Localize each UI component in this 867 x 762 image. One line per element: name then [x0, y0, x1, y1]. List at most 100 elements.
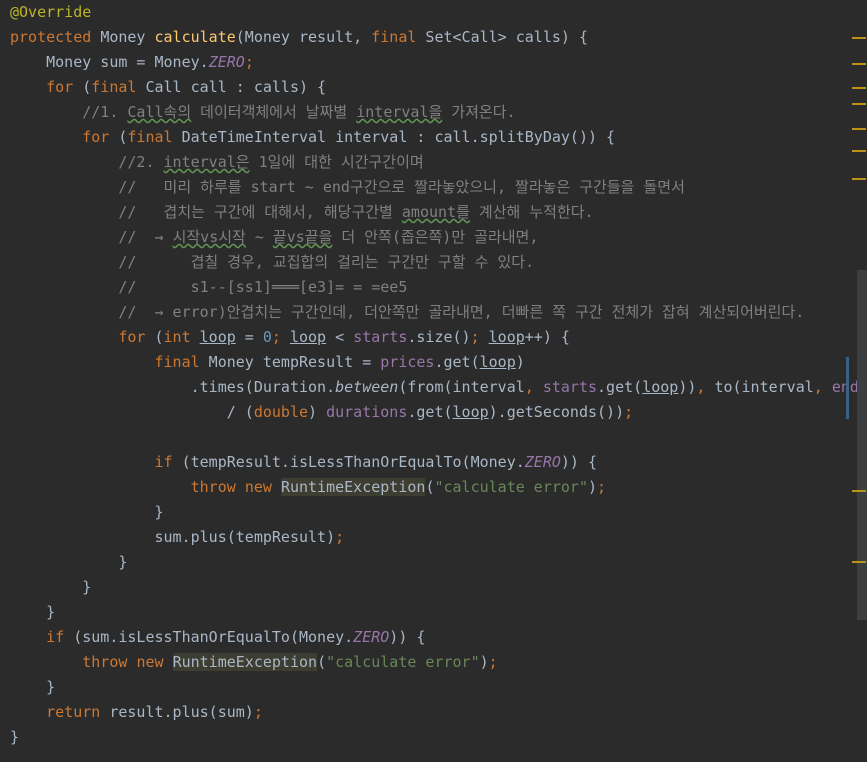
error-stripe-mark[interactable]	[852, 63, 866, 65]
keyword: if	[154, 453, 173, 471]
loop-variable: loop	[642, 378, 679, 396]
error-stripe-mark[interactable]	[852, 178, 866, 180]
code-line-24: }	[10, 575, 91, 600]
method-call: to(interval	[714, 378, 814, 396]
loop-variable: loop	[289, 328, 327, 346]
paren: )	[479, 653, 489, 671]
semicolon: ;	[253, 703, 263, 721]
method-call: (from(interval	[398, 378, 525, 396]
params: (Money result,	[235, 28, 372, 46]
comment-typo: Call속의	[127, 103, 192, 121]
keyword: throw	[82, 653, 128, 671]
brace: }	[154, 503, 164, 521]
method-call: .times(Duration.	[190, 378, 336, 396]
code-line-19: if (tempResult.isLessThanOrEqualTo(Money…	[10, 450, 598, 475]
semicolon: ;	[488, 653, 498, 671]
change-marker	[846, 357, 849, 419]
comment: //1.	[82, 103, 128, 121]
code-line-2: protected Money calculate(Money result, …	[10, 25, 588, 50]
statement: Money tempResult =	[199, 353, 381, 371]
statement: (tempResult.isLessThanOrEqualTo(Money.	[172, 453, 525, 471]
keyword: protected	[10, 28, 92, 46]
brace: }	[10, 728, 20, 746]
paren: )	[588, 478, 598, 496]
code-line-23: }	[10, 550, 127, 575]
comment-typo: 끝vs끝을	[272, 228, 333, 246]
operator: / (	[226, 403, 254, 421]
code-line-6: for (final DateTimeInterval interval : c…	[10, 125, 615, 150]
semicolon: ;	[335, 528, 345, 546]
loop-variable: loop	[199, 328, 236, 346]
error-stripe-mark[interactable]	[852, 150, 866, 152]
code-line-15: final Money tempResult = prices.get(loop…	[10, 350, 525, 375]
field: starts	[542, 378, 598, 396]
code-line-12: // s1--[ss1]═══[e3]= = =ee5	[10, 275, 407, 300]
paren: (	[317, 653, 327, 671]
statement: (sum.isLessThanOrEqualTo(Money.	[64, 628, 354, 646]
comment-typo: interval은	[163, 153, 250, 171]
static-field: ZERO	[524, 453, 561, 471]
keyword: throw	[190, 478, 236, 496]
error-stripe-mark[interactable]	[852, 128, 866, 130]
brace: }	[46, 678, 56, 696]
comment: // → error)안겹치는 구간인데, 더안쪽만 골라내면, 더빠른 쪽 구…	[118, 303, 805, 321]
comment: 계산해 누적한다.	[469, 203, 594, 221]
code-line-30: }	[10, 725, 19, 750]
loop-variable: loop	[452, 403, 489, 421]
params: Set<Call> calls) {	[416, 28, 588, 46]
method-name: calculate	[154, 28, 236, 46]
keyword: return	[46, 703, 101, 721]
method-call: .get(	[407, 403, 453, 421]
static-field: ZERO	[353, 628, 390, 646]
code-line-20: throw new RuntimeException("calculate er…	[10, 475, 606, 500]
code-editor[interactable]: @Override protected Money calculate(Mone…	[0, 0, 867, 762]
code-line-25: }	[10, 600, 55, 625]
comment-typo: interval을	[356, 103, 443, 121]
keyword: new	[244, 478, 272, 496]
string-literal: "calculate error"	[326, 653, 480, 671]
code-line-1: @Override	[10, 0, 91, 25]
paren: )	[308, 403, 327, 421]
semicolon: ;	[597, 478, 607, 496]
semicolon: ;	[470, 328, 489, 346]
method-call: .get(	[434, 353, 480, 371]
static-method: between	[335, 378, 399, 396]
comment: // 겹칠 경우, 교집합의 걸리는 구간만 구할 수 있다.	[118, 253, 535, 271]
string-literal: "calculate error"	[434, 478, 588, 496]
comment: // 미리 하루를 start ~ end구간으로 짤라놓았으니, 짤라놓은 구…	[118, 178, 685, 196]
statement: DateTimeInterval interval : call.splitBy…	[172, 128, 616, 146]
keyword: final	[127, 128, 173, 146]
paren: )) {	[560, 453, 598, 471]
keyword: final	[154, 353, 200, 371]
comment-typo: 시작vs시작	[172, 228, 246, 246]
paren: (	[73, 78, 92, 96]
code-line-11: // 겹칠 경우, 교집합의 걸리는 구간만 구할 수 있다.	[10, 250, 534, 275]
keyword: new	[136, 653, 164, 671]
error-stripe-mark[interactable]	[852, 490, 866, 492]
paren: (	[109, 128, 128, 146]
loop-variable: loop	[479, 353, 516, 371]
error-stripe-mark[interactable]	[852, 37, 866, 39]
comment: // 겹치는 구간에 대해서, 해당구간별	[118, 203, 402, 221]
error-stripe-mark[interactable]	[852, 561, 866, 563]
exception-class: RuntimeException	[172, 653, 318, 671]
statement: Money sum = Money.	[46, 53, 209, 71]
brace: }	[46, 603, 56, 621]
scrollbar-thumb[interactable]	[857, 270, 867, 620]
code-line-16: .times(Duration.between(from(interval, s…	[10, 375, 867, 400]
brace: }	[118, 553, 128, 571]
code-line-28: }	[10, 675, 55, 700]
error-stripe-mark[interactable]	[852, 87, 866, 89]
keyword: final	[91, 78, 137, 96]
operator: <	[326, 328, 354, 346]
code-line-21: }	[10, 500, 164, 525]
semicolon: ;	[244, 53, 254, 71]
statement: result.plus(sum)	[100, 703, 254, 721]
keyword: if	[46, 628, 65, 646]
code-line-17: / (double) durations.get(loop).getSecond…	[10, 400, 633, 425]
semicolon: ;	[624, 403, 634, 421]
error-stripe-mark[interactable]	[852, 103, 866, 105]
comment: // s1--[ss1]═══[e3]= = =ee5	[118, 278, 408, 296]
keyword: for	[82, 128, 110, 146]
code-line-13: // → error)안겹치는 구간인데, 더안쪽만 골라내면, 더빠른 쪽 구…	[10, 300, 804, 325]
